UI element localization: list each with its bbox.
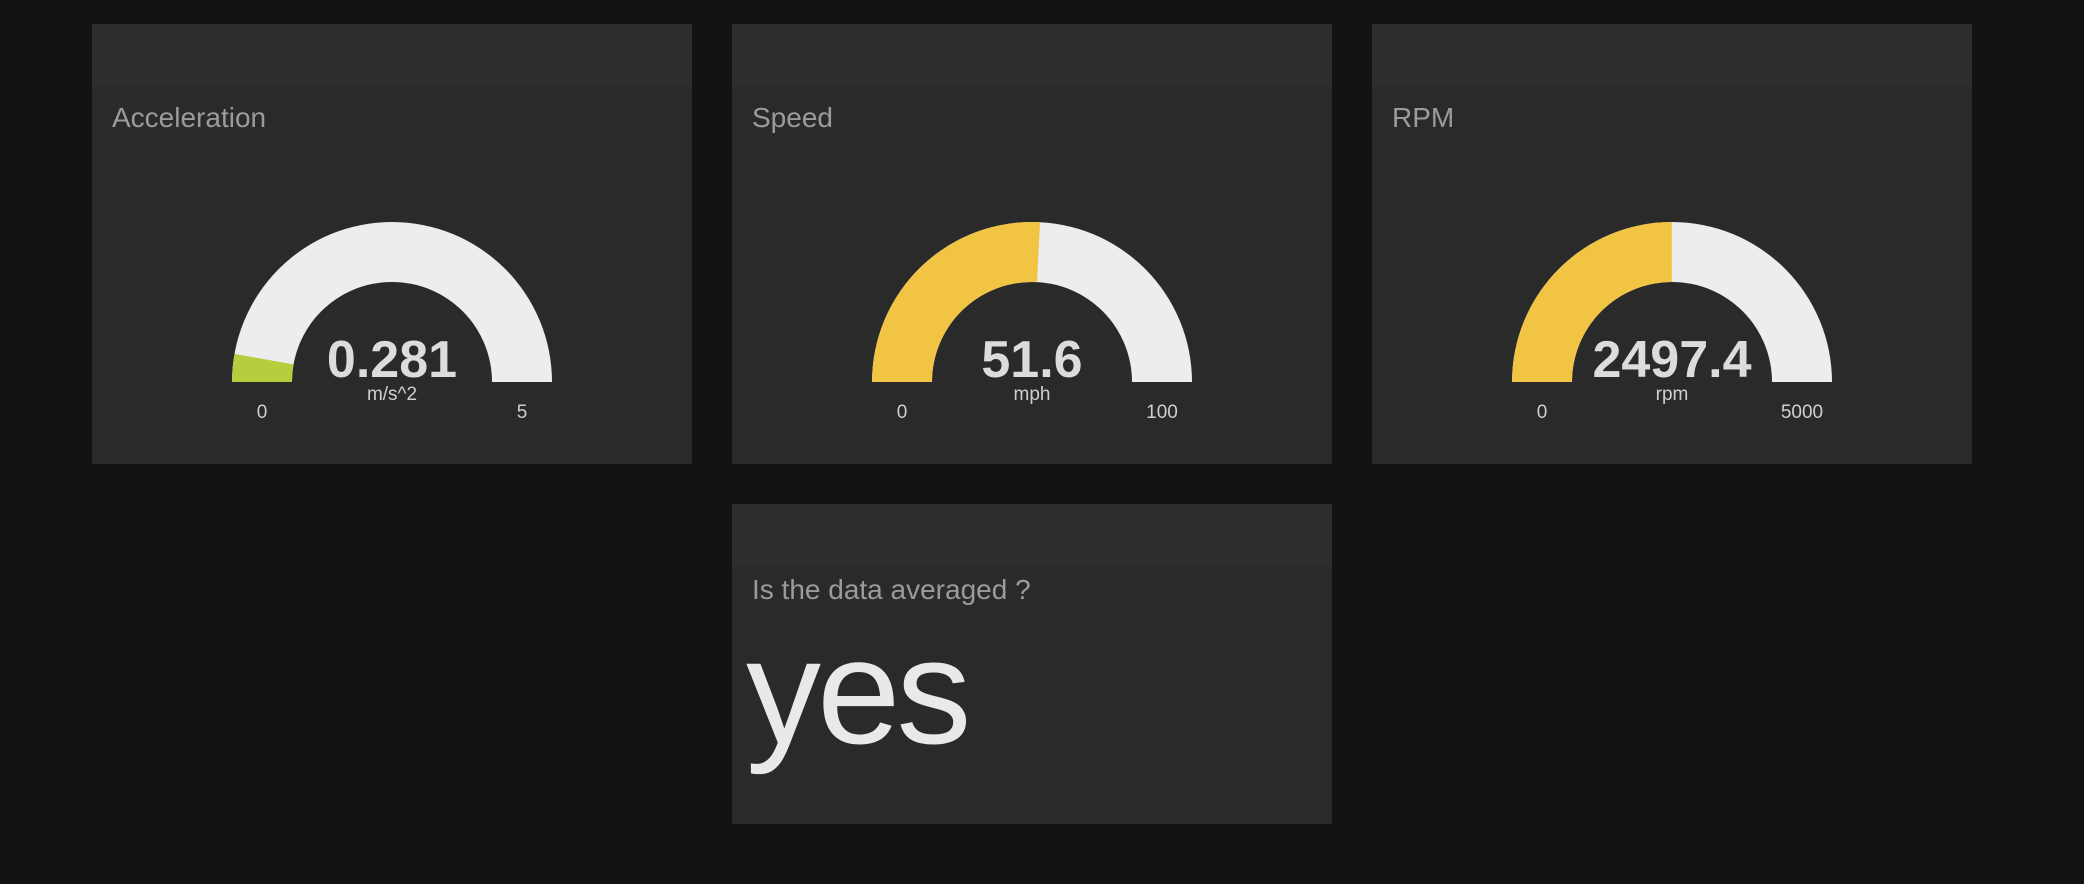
gauge-max-label: 5000 (1781, 402, 1823, 423)
gauge-pane-rpm: RPM 2497.4 rpm 0 5000 (1372, 24, 1972, 464)
gauge-max-label: 100 (1146, 402, 1178, 423)
gauge-value: 0.281 (327, 331, 457, 389)
gauge-value: 51.6 (981, 331, 1082, 389)
gauge-min-label: 0 (1537, 402, 1548, 423)
gauge-max-label: 5 (517, 402, 528, 423)
gauge-unit: rpm (1656, 384, 1689, 405)
rpm-gauge: 2497.4 rpm 0 5000 (1512, 222, 1832, 423)
gauge-min-label: 0 (897, 402, 908, 423)
gauge-pane-acceleration: Acceleration 0.281 m/s^2 0 5 (92, 24, 692, 464)
text-pane-averaged: Is the data averaged ? yes (732, 504, 1332, 824)
gauge-unit: m/s^2 (367, 384, 417, 405)
speed-gauge: 51.6 mph 0 100 (872, 221, 1192, 423)
gauge-pane-speed: Speed 51.6 mph 0 100 (732, 24, 1332, 464)
acceleration-gauge: 0.281 m/s^2 0 5 (232, 222, 552, 423)
pane-header[interactable] (732, 504, 1332, 566)
pane-title: Is the data averaged ? (752, 574, 1031, 605)
gauge-value: 2497.4 (1592, 331, 1751, 389)
gauge-unit: mph (1014, 384, 1051, 405)
gauge-min-label: 0 (257, 402, 268, 423)
averaged-value: yes (746, 607, 971, 775)
